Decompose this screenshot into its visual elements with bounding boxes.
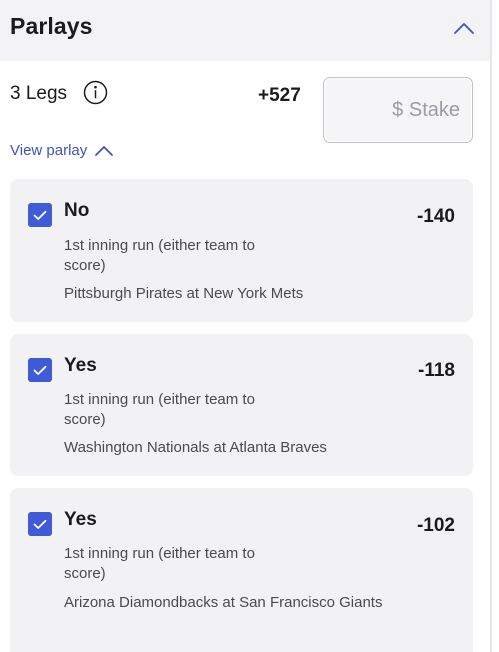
leg-checkbox[interactable] [28, 203, 52, 227]
view-parlay-label: View parlay [10, 141, 88, 159]
parlays-title: Parlays [10, 13, 93, 39]
checkmark-icon [33, 519, 47, 529]
leg-market: 1st inning run (either team to score) [64, 237, 255, 274]
leg-checkbox[interactable] [28, 512, 52, 536]
collapse-button[interactable] [450, 16, 478, 40]
leg-checkbox[interactable] [28, 358, 52, 382]
leg-game: Arizona Diamondbacks at San Francisco Gi… [64, 594, 383, 611]
checkmark-icon [33, 210, 47, 220]
leg-odds: -118 [418, 360, 455, 381]
leg-selection: No [64, 200, 90, 221]
leg-odds: -140 [416, 206, 455, 227]
leg-selection: Yes [64, 355, 97, 376]
stake-input[interactable] [323, 77, 473, 143]
parlay-leg-card: Yes -118 1st inning run (either team to … [10, 334, 473, 476]
info-icon[interactable] [83, 80, 108, 105]
leg-market: 1st inning run (either team to score) [64, 545, 255, 582]
parlay-leg-card: Yes -102 1st inning run (either team to … [10, 488, 473, 652]
leg-odds: -102 [416, 515, 455, 536]
leg-game: Pittsburgh Pirates at New York Mets [64, 285, 304, 302]
checkmark-icon [33, 365, 47, 375]
chevron-up-icon [95, 145, 114, 156]
leg-game: Washington Nationals at Atlanta Braves [64, 439, 327, 456]
legs-count: 3 Legs [10, 83, 68, 104]
leg-selection: Yes [64, 509, 97, 530]
view-parlay-link[interactable]: View parlay [10, 140, 114, 160]
parlays-panel: Parlays 3 Legs +527 View parlay No -140 … [0, 0, 490, 652]
leg-market: 1st inning run (either team to score) [64, 391, 255, 428]
panel-divider [490, 0, 492, 652]
total-odds: +527 [258, 85, 301, 106]
chevron-up-icon [454, 23, 474, 34]
parlays-header: Parlays [0, 0, 490, 61]
parlay-leg-card: No -140 1st inning run (either team to s… [10, 179, 473, 322]
